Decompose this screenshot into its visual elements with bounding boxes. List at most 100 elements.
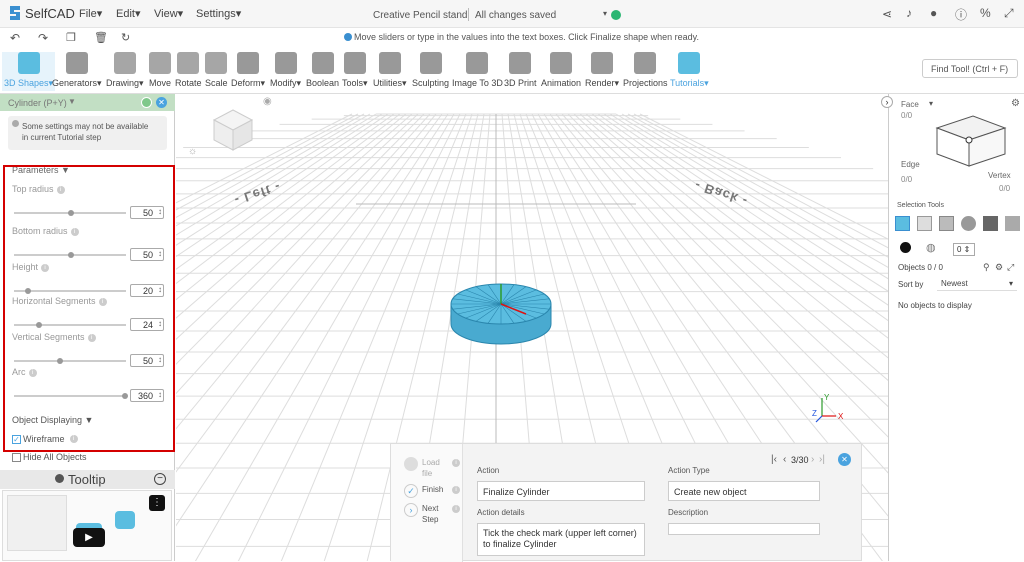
chevron-down-icon[interactable]: ▾ xyxy=(603,9,607,18)
tool-projections[interactable]: Projections xyxy=(623,52,668,88)
param-slider[interactable] xyxy=(14,288,126,294)
slider-knob[interactable] xyxy=(35,322,42,328)
gear-icon[interactable]: ⚙ xyxy=(1011,98,1020,109)
param-slider[interactable] xyxy=(14,210,126,216)
first-step-icon[interactable]: |‹ xyxy=(771,454,777,465)
pattern-icon[interactable]: ◍ xyxy=(926,241,936,254)
close-icon[interactable]: ✕ xyxy=(838,453,851,466)
info-icon[interactable]: ⓘ xyxy=(955,6,967,23)
step-next[interactable]: Next Step xyxy=(422,503,442,525)
generators-icon xyxy=(65,52,88,74)
tooltip-video[interactable]: ▶ ⋮ xyxy=(2,490,172,561)
tool-label: Modify▾ xyxy=(270,78,302,88)
select-face-icon[interactable] xyxy=(917,216,932,231)
tool-drawing[interactable]: Drawing▾ xyxy=(106,52,144,89)
tool-sculpting[interactable]: Sculpting xyxy=(412,52,449,88)
slider-knob[interactable] xyxy=(24,288,31,294)
reset-icon[interactable]: ↻ xyxy=(121,31,130,44)
redo-icon[interactable]: ↷ xyxy=(38,31,48,45)
next-step-icon[interactable]: › xyxy=(811,454,814,465)
param-value-input[interactable]: 20 xyxy=(130,284,164,297)
tool-label: Utilities▾ xyxy=(373,78,407,88)
chevron-down-icon[interactable]: ▼ xyxy=(68,97,76,106)
prev-step-icon[interactable]: ‹ xyxy=(783,454,786,465)
param-value-input[interactable]: 360 xyxy=(130,389,164,402)
more-options-icon[interactable]: ⋮ xyxy=(149,495,165,511)
tool-label: Rotate xyxy=(175,78,202,88)
cylinder-object[interactable] xyxy=(446,274,556,354)
param-slider[interactable] xyxy=(14,322,126,328)
close-icon[interactable]: ✕ xyxy=(156,97,167,108)
selection-value-input[interactable]: 0 ⇕ xyxy=(953,243,975,256)
tool-boolean[interactable]: Boolean xyxy=(306,52,339,88)
tutorial-steps: Load file i ✓ Finish i › Next Step i xyxy=(391,444,463,562)
play-icon[interactable]: ▶ xyxy=(73,528,105,547)
select-group-icon[interactable] xyxy=(983,216,998,231)
select-object-icon[interactable] xyxy=(895,216,910,231)
param-value-input[interactable]: 50 xyxy=(130,248,164,261)
param-value-input[interactable]: 50 xyxy=(130,354,164,367)
tooltip-header: Tooltip − xyxy=(0,470,175,489)
tool-tools[interactable]: Tools▾ xyxy=(342,52,368,89)
chevron-right-icon[interactable]: › xyxy=(404,503,418,517)
trash-icon[interactable]: 🗑 xyxy=(94,31,108,44)
undo-icon[interactable]: ↶ xyxy=(10,31,20,45)
tool-utilities[interactable]: Utilities▾ xyxy=(373,52,407,89)
share-icon[interactable]: ⋖ xyxy=(882,7,892,21)
menu-view[interactable]: View▾ xyxy=(154,7,183,20)
find-tool-search[interactable]: Find Tool! (Ctrl + F) xyxy=(922,59,1018,78)
checkbox-unchecked-icon[interactable] xyxy=(12,452,21,462)
video-thumbnail xyxy=(7,495,67,551)
tool-animation[interactable]: Animation xyxy=(541,52,581,88)
step-load-file: Load file xyxy=(422,458,440,478)
hide-all-checkbox[interactable]: Hide All Objects xyxy=(12,452,87,462)
tool-render[interactable]: Render▾ xyxy=(585,52,619,89)
menu-edit[interactable]: Edit▾ xyxy=(116,7,141,20)
slider-knob[interactable] xyxy=(122,393,128,399)
select-vertex-icon[interactable] xyxy=(961,216,976,231)
warning-icon xyxy=(12,120,19,127)
expand-icon[interactable]: ⤢ xyxy=(1007,262,1014,273)
menu-file[interactable]: File▾ xyxy=(79,7,102,20)
last-step-icon[interactable]: ›| xyxy=(819,454,825,465)
collapse-right-icon[interactable]: › xyxy=(881,96,893,108)
select-mode-icon[interactable] xyxy=(1005,216,1020,231)
slider-knob[interactable] xyxy=(68,252,74,258)
document-title[interactable]: Creative Pencil stand xyxy=(373,10,468,21)
tool-3d-print[interactable]: 3D Print xyxy=(504,52,537,88)
select-edge-icon[interactable] xyxy=(939,216,954,231)
color-circle-icon[interactable] xyxy=(900,242,911,253)
view-cube[interactable] xyxy=(210,106,256,152)
tool-generators[interactable]: Generators▾ xyxy=(52,52,102,89)
param-slider[interactable] xyxy=(14,393,128,399)
tool-image-to-3d[interactable]: Image To 3D xyxy=(452,52,503,88)
sort-select[interactable]: Newest ▾ xyxy=(937,277,1017,291)
light-icon[interactable]: ☼ xyxy=(188,146,197,157)
param-slider[interactable] xyxy=(14,252,126,258)
tool-3d-shapes[interactable]: 3D Shapes▾ xyxy=(2,52,56,91)
menu-settings[interactable]: Settings▾ xyxy=(196,7,241,20)
minimize-icon[interactable]: − xyxy=(154,473,166,485)
tool-scale[interactable]: Scale xyxy=(205,52,228,88)
copy-icon[interactable]: ❐ xyxy=(66,31,76,44)
search-icon[interactable]: ⚲ xyxy=(983,262,990,273)
finalize-check-icon[interactable] xyxy=(141,97,152,108)
param-value-input[interactable]: 50 xyxy=(130,206,164,219)
tool-move[interactable]: Move xyxy=(149,52,171,88)
tooltip-title: Tooltip xyxy=(68,472,106,487)
slider-knob[interactable] xyxy=(68,210,74,216)
camera-icon[interactable]: ◉ xyxy=(263,96,272,107)
param-value-input[interactable]: 24 xyxy=(130,318,164,331)
tool-deform[interactable]: Deform▾ xyxy=(231,52,265,89)
user-icon[interactable]: ● xyxy=(930,6,937,20)
logo-text: SelfCAD xyxy=(25,5,75,21)
tool-tutorials[interactable]: Tutorials▾ xyxy=(670,52,709,89)
tool-rotate[interactable]: Rotate xyxy=(175,52,202,88)
gear-icon[interactable]: ⚙ xyxy=(995,262,1003,273)
tool-modify[interactable]: Modify▾ xyxy=(270,52,301,89)
param-slider[interactable] xyxy=(14,358,126,364)
units-icon[interactable]: % xyxy=(980,6,991,20)
fullscreen-icon[interactable]: ⤢ xyxy=(1004,6,1014,21)
selfcad-logo[interactable]: SelfCAD xyxy=(8,5,75,21)
bell-icon[interactable]: ♪ xyxy=(906,6,912,20)
